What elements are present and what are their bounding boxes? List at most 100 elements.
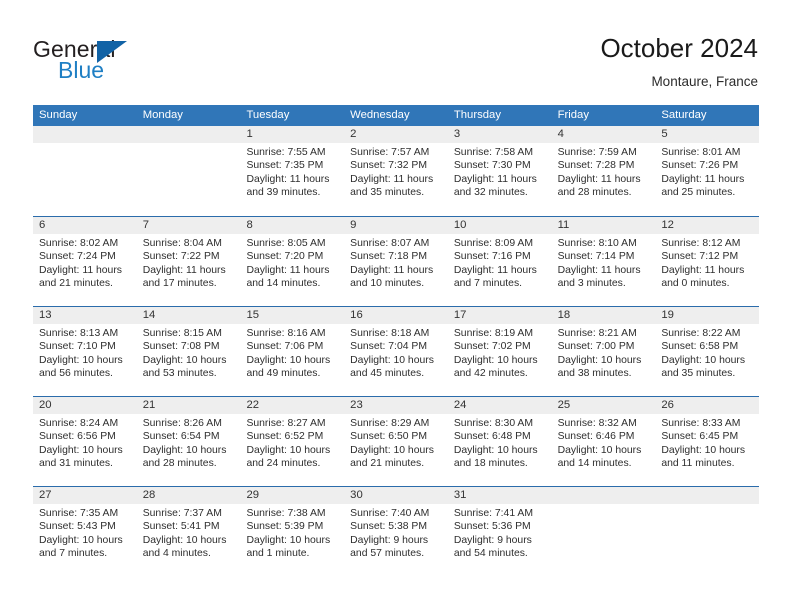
calendar-day-cell[interactable]: 30 Sunrise: 7:40 AM Sunset: 5:38 PM Dayligh… — [344, 487, 448, 576]
general-blue-logo[interactable]: General Blue — [33, 36, 213, 88]
day-number: 17 — [447, 307, 552, 324]
day-number — [551, 487, 656, 504]
day-detail-line: and 10 minutes. — [350, 278, 425, 290]
calendar-day-cell[interactable]: 18 Sunrise: 8:21 AM Sunset: 7:00 PM Dayligh… — [551, 307, 656, 396]
calendar-day-cell[interactable]: 12 Sunrise: 8:12 AM Sunset: 7:12 PM Dayligh… — [655, 217, 760, 306]
day-number: 7 — [136, 217, 241, 234]
calendar-day-cell[interactable]: 23 Sunrise: 8:29 AM Sunset: 6:50 PM Dayligh… — [344, 397, 448, 486]
calendar-day-cell[interactable]: 16 Sunrise: 8:18 AM Sunset: 7:04 PM Dayligh… — [344, 307, 448, 396]
page-title: October 2024 — [600, 33, 758, 63]
calendar-day-cell[interactable]: 24 Sunrise: 8:30 AM Sunset: 6:48 PM Dayligh… — [447, 397, 552, 486]
day-detail-line: Daylight: 11 hours — [453, 173, 537, 185]
day-detail-line: Sunrise: 8:16 AM — [246, 328, 326, 339]
calendar-day-cell[interactable]: 29 Sunrise: 7:38 AM Sunset: 5:39 PM Dayligh… — [240, 487, 345, 576]
day-detail-line: Sunset: 6:48 PM — [453, 431, 531, 443]
calendar-day-cell[interactable]: 7 Sunrise: 8:04 AM Sunset: 7:22 PM Daylight… — [136, 217, 241, 306]
calendar-day-cell[interactable]: 4 Sunrise: 7:59 AM Sunset: 7:28 PM Daylight… — [551, 126, 656, 216]
calendar-day-cell[interactable]: 9 Sunrise: 8:07 AM Sunset: 7:18 PM Daylight… — [344, 217, 448, 306]
calendar-day-cell[interactable]: 5 Sunrise: 8:01 AM Sunset: 7:26 PM Daylight… — [655, 126, 760, 216]
day-detail-line: Daylight: 10 hours — [350, 354, 434, 366]
day-detail-line: Daylight: 11 hours — [246, 173, 330, 185]
day-details: Sunrise: 8:05 AM Sunset: 7:20 PM Daylight:… — [240, 234, 344, 291]
weekday-monday: Monday — [142, 109, 183, 121]
day-detail-line: Sunrise: 7:35 AM — [39, 508, 119, 519]
calendar-day-cell[interactable]: 19 Sunrise: 8:22 AM Sunset: 6:58 PM Dayligh… — [655, 307, 760, 396]
calendar-day-cell[interactable]: 6 Sunrise: 8:02 AM Sunset: 7:24 PM Daylight… — [33, 217, 137, 306]
day-number: 16 — [344, 307, 448, 324]
day-detail-line: and 17 minutes. — [142, 278, 217, 290]
day-detail-line: Sunrise: 8:15 AM — [142, 328, 222, 339]
calendar-day-cell[interactable]: 3 Sunrise: 7:58 AM Sunset: 7:30 PM Daylight… — [447, 126, 552, 216]
day-detail-line: Sunset: 7:10 PM — [39, 341, 116, 353]
day-number — [136, 126, 241, 143]
day-details: Sunrise: 8:33 AM Sunset: 6:45 PM Daylight:… — [655, 414, 759, 471]
day-detail-line: Daylight: 11 hours — [246, 264, 330, 276]
day-details: Sunrise: 8:22 AM Sunset: 6:58 PM Daylight:… — [655, 324, 759, 381]
day-details — [137, 143, 241, 146]
day-detail-line: Sunset: 6:45 PM — [661, 431, 739, 443]
day-detail-line: Sunrise: 8:26 AM — [142, 418, 222, 429]
calendar-day-cell[interactable]: 10 Sunrise: 8:09 AM Sunset: 7:16 PM Dayligh… — [447, 217, 552, 306]
weekday-sunday: Sunday — [39, 109, 78, 121]
calendar-day-cell-empty — [655, 487, 760, 576]
day-detail-line: Sunset: 7:26 PM — [661, 160, 739, 172]
day-detail-line: Sunrise: 8:12 AM — [661, 238, 741, 249]
day-detail-line: Sunrise: 7:38 AM — [246, 508, 326, 519]
day-detail-line: and 21 minutes. — [350, 458, 425, 470]
calendar-day-cell[interactable]: 15 Sunrise: 8:16 AM Sunset: 7:06 PM Dayligh… — [240, 307, 345, 396]
calendar-day-cell[interactable]: 21 Sunrise: 8:26 AM Sunset: 6:54 PM Dayligh… — [136, 397, 241, 486]
day-detail-line: and 42 minutes. — [453, 368, 528, 380]
day-number: 19 — [655, 307, 760, 324]
day-number — [655, 487, 760, 504]
calendar-day-cell[interactable]: 26 Sunrise: 8:33 AM Sunset: 6:45 PM Dayligh… — [655, 397, 760, 486]
day-detail-line: and 56 minutes. — [39, 368, 113, 380]
calendar-day-cell[interactable]: 2 Sunrise: 7:57 AM Sunset: 7:32 PM Daylight… — [344, 126, 448, 216]
calendar-day-cell[interactable]: 14 Sunrise: 8:15 AM Sunset: 7:08 PM Dayligh… — [136, 307, 241, 396]
day-detail-line: and 14 minutes. — [557, 458, 632, 470]
day-number: 22 — [240, 397, 345, 414]
calendar-day-cell[interactable]: 25 Sunrise: 8:32 AM Sunset: 6:46 PM Dayligh… — [551, 397, 656, 486]
day-detail-line: Daylight: 11 hours — [350, 264, 434, 276]
day-detail-line: Daylight: 10 hours — [142, 354, 227, 366]
calendar-day-cell[interactable]: 17 Sunrise: 8:19 AM Sunset: 7:02 PM Dayligh… — [447, 307, 552, 396]
weekday-thursday: Thursday — [453, 109, 501, 121]
calendar-day-cell[interactable]: 8 Sunrise: 8:05 AM Sunset: 7:20 PM Daylight… — [240, 217, 345, 306]
day-detail-line: Sunrise: 7:59 AM — [557, 147, 637, 158]
day-detail-line: Sunset: 7:06 PM — [246, 341, 324, 353]
day-detail-line: Daylight: 11 hours — [39, 264, 122, 276]
calendar-day-cell[interactable]: 31 Sunrise: 7:41 AM Sunset: 5:36 PM Dayligh… — [447, 487, 552, 576]
calendar-day-cell[interactable]: 28 Sunrise: 7:37 AM Sunset: 5:41 PM Dayligh… — [136, 487, 241, 576]
day-detail-line: Sunset: 7:24 PM — [39, 251, 116, 263]
day-detail-line: and 31 minutes. — [39, 458, 113, 470]
calendar-week-row: 1 Sunrise: 7:55 AM Sunset: 7:35 PM Daylight… — [33, 126, 760, 216]
day-detail-line: Daylight: 10 hours — [142, 534, 227, 546]
day-detail-line: Sunrise: 7:41 AM — [453, 508, 534, 519]
logo-text-blue: Blue — [58, 57, 105, 83]
weekday-friday: Friday — [557, 109, 589, 121]
day-detail-line: Daylight: 10 hours — [142, 444, 227, 456]
day-detail-line: Sunset: 5:39 PM — [246, 521, 324, 533]
day-detail-line: Sunset: 6:58 PM — [661, 341, 739, 353]
calendar-day-cell[interactable]: 13 Sunrise: 8:13 AM Sunset: 7:10 PM Dayligh… — [33, 307, 137, 396]
day-details: Sunrise: 8:07 AM Sunset: 7:18 PM Daylight:… — [344, 234, 448, 291]
day-detail-line: Sunrise: 7:40 AM — [350, 508, 430, 519]
day-detail-line: Daylight: 10 hours — [246, 534, 331, 546]
calendar-day-cell[interactable]: 22 Sunrise: 8:27 AM Sunset: 6:52 PM Dayligh… — [240, 397, 345, 486]
day-detail-line: Daylight: 9 hours — [453, 534, 532, 546]
day-detail-line: Daylight: 11 hours — [142, 264, 226, 276]
day-detail-line: Sunset: 6:46 PM — [557, 431, 635, 443]
calendar-week-row: 13 Sunrise: 8:13 AM Sunset: 7:10 PM Dayligh… — [33, 306, 760, 396]
calendar-day-cell[interactable]: 1 Sunrise: 7:55 AM Sunset: 7:35 PM Daylight… — [240, 126, 345, 216]
day-detail-line: Daylight: 10 hours — [39, 444, 123, 456]
calendar-day-cell[interactable]: 20 Sunrise: 8:24 AM Sunset: 6:56 PM Dayligh… — [33, 397, 137, 486]
calendar-day-cell[interactable]: 27 Sunrise: 7:35 AM Sunset: 5:43 PM Dayligh… — [33, 487, 137, 576]
day-number: 4 — [551, 126, 656, 143]
day-details: Sunrise: 7:38 AM Sunset: 5:39 PM Daylight:… — [240, 504, 344, 561]
day-details: Sunrise: 8:01 AM Sunset: 7:26 PM Daylight:… — [655, 143, 759, 200]
day-detail-line: Sunrise: 8:10 AM — [557, 238, 637, 249]
day-detail-line: Daylight: 11 hours — [350, 173, 434, 185]
day-detail-line: Daylight: 10 hours — [557, 444, 642, 456]
calendar-day-cell[interactable]: 11 Sunrise: 8:10 AM Sunset: 7:14 PM Dayligh… — [551, 217, 656, 306]
day-detail-line: Sunset: 7:16 PM — [453, 251, 531, 263]
day-detail-line: and 14 minutes. — [246, 278, 321, 290]
